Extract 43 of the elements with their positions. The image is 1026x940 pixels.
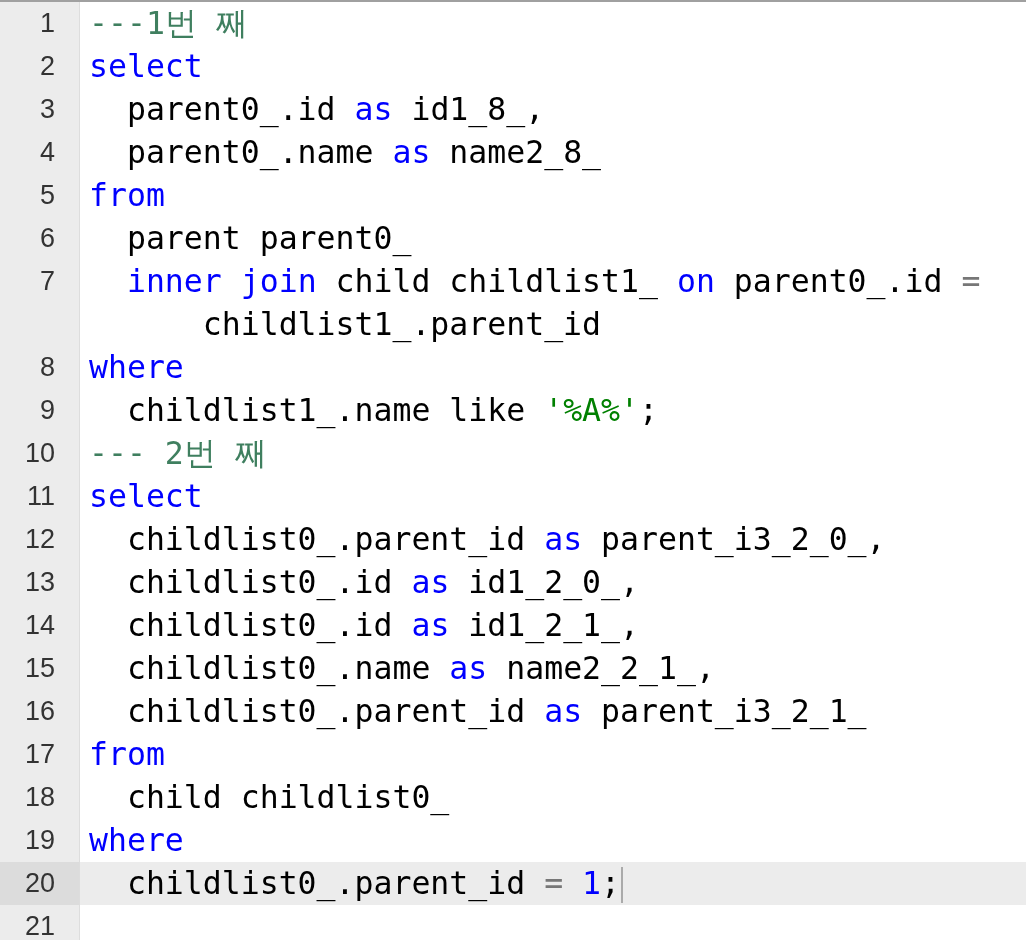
line-number: 10 [24, 437, 55, 470]
code-line: inner join child childlist1_ on parent0_.id = childlist1_.parent_id [125, 262, 982, 345]
line-number: 11 [26, 480, 55, 513]
code-line: childlist0_.parent_id as parent_i3_2_1_ [125, 692, 868, 732]
code-line: where [89, 348, 185, 387]
line-number: 3 [39, 93, 55, 126]
code-editor[interactable] [0, 0, 1026, 940]
code-line: --- 2번 째 [89, 434, 268, 473]
line-number: 1 [39, 7, 55, 40]
code-line: from [89, 735, 166, 774]
code-line: select [89, 47, 204, 86]
line-number: 2 [39, 50, 55, 83]
line-number: 13 [24, 566, 55, 599]
code-line: ---1번 째 [89, 4, 249, 43]
line-number: 5 [39, 179, 55, 212]
line-number: 21 [24, 910, 55, 940]
line-number: 14 [24, 609, 55, 642]
line-number: 17 [24, 738, 55, 771]
code-line: child childlist0_ [125, 778, 451, 818]
line-number: 19 [24, 824, 55, 857]
code-line: childlist0_.id as id1_2_0_, [125, 563, 640, 603]
line-number: 7 [39, 265, 55, 298]
line-number: 16 [24, 695, 55, 728]
line-number: 20 [24, 867, 55, 900]
code-line: childlist1_.name like '%A%'; [125, 391, 659, 431]
code-line: from [89, 176, 166, 215]
code-line: select [89, 477, 204, 516]
line-number: 15 [24, 652, 55, 685]
code-line: childlist0_.parent_id as parent_i3_2_0_, [125, 520, 887, 560]
line-number: 4 [39, 136, 55, 169]
code-line: parent0_.id as id1_8_, [125, 90, 546, 130]
code-line: childlist0_.id as id1_2_1_, [125, 606, 640, 646]
code-line: where [89, 821, 185, 860]
code-line: parent parent0_ [125, 219, 413, 259]
text-cursor [621, 867, 624, 903]
line-number: 6 [39, 222, 55, 255]
code-line: childlist0_.name as name2_2_1_, [125, 649, 716, 689]
line-number: 18 [24, 781, 55, 814]
line-number: 9 [39, 394, 55, 427]
line-number: 8 [39, 351, 55, 384]
line-number: 12 [24, 523, 55, 556]
code-line: parent0_.name as name2_8_ [125, 133, 603, 173]
code-line: childlist0_.parent_id = 1; [89, 862, 1026, 905]
